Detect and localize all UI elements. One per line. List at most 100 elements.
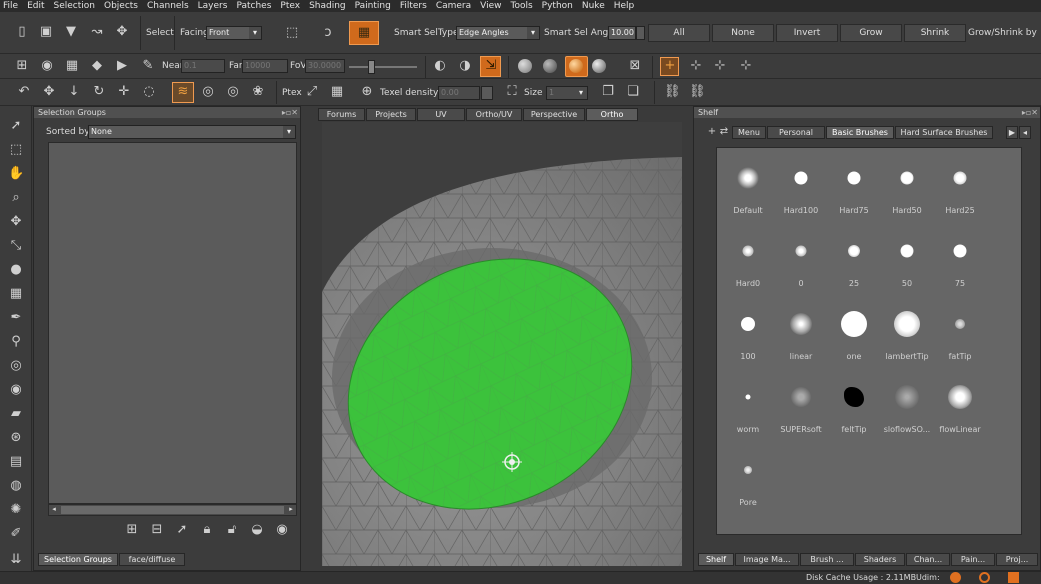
brush-preset[interactable]: Pore: [721, 443, 775, 513]
invert-selection-button[interactable]: Invert: [776, 24, 838, 42]
lock-icon[interactable]: 🔒︎: [199, 522, 215, 538]
cube-icon[interactable]: ◆: [89, 58, 105, 74]
select-group-icon[interactable]: ➚: [174, 522, 190, 538]
dock-tab-brush[interactable]: Brush ...: [800, 553, 854, 566]
share-icon[interactable]: ↝: [89, 24, 105, 40]
eye-alt-icon[interactable]: ◎: [225, 84, 241, 100]
transform-tool-icon[interactable]: ⤡: [8, 238, 24, 254]
arrow-down-icon[interactable]: ↓: [66, 84, 82, 100]
menu-painting[interactable]: Painting: [355, 1, 391, 11]
dock-tab-shelf[interactable]: Shelf: [698, 553, 734, 566]
menu-channels[interactable]: Channels: [147, 1, 189, 11]
transform-icon[interactable]: ✛: [116, 84, 132, 100]
menu-edit[interactable]: Edit: [27, 1, 44, 11]
brush-preset[interactable]: SUPERsoft: [774, 370, 828, 440]
texel-density-stepper[interactable]: [481, 86, 493, 100]
record-icon[interactable]: [979, 572, 990, 583]
ptex-grid-icon[interactable]: ▦: [329, 84, 345, 100]
add-group-icon[interactable]: ⊞: [124, 522, 140, 538]
shelf-scroll-right-icon[interactable]: ▶: [1006, 126, 1018, 139]
select-tool-icon[interactable]: ⬚: [8, 142, 24, 158]
brush-preset[interactable]: Hard75: [827, 151, 881, 221]
brush-preset[interactable]: lambertTip: [880, 297, 934, 367]
rotate-icon[interactable]: ↻: [91, 84, 107, 100]
clone-icon[interactable]: ⊛: [8, 430, 24, 446]
menu-filters[interactable]: Filters: [400, 1, 427, 11]
tab-ortho[interactable]: Ortho: [586, 108, 638, 121]
brush-preset[interactable]: feltTip: [827, 370, 881, 440]
circle-tool-icon[interactable]: ◎: [8, 358, 24, 374]
unlock-icon[interactable]: 🔓︎: [224, 522, 240, 538]
brush-preset[interactable]: 0: [774, 224, 828, 294]
move-tool-icon[interactable]: ✥: [8, 214, 24, 230]
fov-slider-track[interactable]: [349, 66, 417, 68]
menu-camera[interactable]: Camera: [436, 1, 471, 11]
puzzle-icon[interactable]: ✥: [114, 24, 130, 40]
light-sphere-icon[interactable]: [592, 59, 606, 73]
smudge-icon[interactable]: ◍: [8, 478, 24, 494]
film-icon[interactable]: ▶: [114, 58, 130, 74]
scroll-right-icon[interactable]: ▸: [286, 505, 296, 515]
tab-uv[interactable]: UV: [417, 108, 465, 121]
gear-icon[interactable]: ✺: [8, 502, 24, 518]
hand-icon[interactable]: ✋: [8, 166, 24, 182]
shelf-tab-personal[interactable]: Personal: [767, 126, 825, 139]
ptex-resize-icon[interactable]: ⤢: [304, 84, 320, 100]
blur-icon[interactable]: ◉: [8, 382, 24, 398]
menu-layers[interactable]: Layers: [198, 1, 228, 11]
brush-preset[interactable]: linear: [774, 297, 828, 367]
zoom-icon[interactable]: ⌕: [8, 190, 24, 206]
smart-sel-angle-input[interactable]: 10.00: [608, 26, 636, 40]
link-icon[interactable]: ⛓: [664, 84, 681, 100]
dock-tab-painting[interactable]: Pain...: [951, 553, 995, 566]
new-document-icon[interactable]: ▯: [14, 24, 30, 40]
tab-perspective[interactable]: Perspective: [523, 108, 585, 121]
brush-preset[interactable]: worm: [721, 370, 775, 440]
hide-icon[interactable]: ◒: [249, 522, 265, 538]
distribute-icon[interactable]: ⊹: [738, 58, 754, 74]
brush-preset[interactable]: Hard0: [721, 224, 775, 294]
dock-tab-image-manager[interactable]: Image Ma...: [735, 553, 799, 566]
brush-preset[interactable]: Default: [721, 151, 775, 221]
globe-icon[interactable]: ⊕: [359, 84, 375, 100]
grid-tool-icon[interactable]: ▦: [8, 286, 24, 302]
panel-window-buttons[interactable]: ▸▫✕: [282, 107, 298, 118]
copy-layer-icon[interactable]: ❐: [600, 84, 616, 100]
drop-icon[interactable]: ●: [8, 262, 24, 278]
group-icon[interactable]: ❀: [250, 84, 266, 100]
show-icon[interactable]: ◉: [274, 522, 290, 538]
undo-icon[interactable]: ↶: [16, 84, 32, 100]
menu-patches[interactable]: Patches: [236, 1, 271, 11]
panel-window-buttons[interactable]: ▸▫✕: [1022, 107, 1038, 118]
tab-forums[interactable]: Forums: [318, 108, 365, 121]
tab-projects[interactable]: Projects: [366, 108, 416, 121]
expand-down-icon[interactable]: ⇊: [8, 552, 24, 568]
shelf-tab-hard-surface-brushes[interactable]: Hard Surface Brushes: [895, 126, 993, 139]
resize-icon[interactable]: ⛶: [504, 84, 520, 100]
sorted-by-dropdown[interactable]: None: [88, 125, 296, 139]
menu-view[interactable]: View: [480, 1, 501, 11]
camera-icon[interactable]: ◉: [39, 58, 55, 74]
brush-preset[interactable]: 25: [827, 224, 881, 294]
menu-selection[interactable]: Selection: [54, 1, 95, 11]
wireframe-box-icon[interactable]: ⊠: [627, 58, 643, 74]
fov-slider-handle[interactable]: [368, 60, 375, 74]
angle-slider-handle[interactable]: [636, 26, 645, 40]
menu-ptex[interactable]: Ptex: [280, 1, 300, 11]
shrink-selection-button[interactable]: Shrink: [904, 24, 966, 42]
shelf-expand-icon[interactable]: ◂: [1019, 126, 1031, 139]
align-vertical-icon[interactable]: ⊹: [712, 58, 728, 74]
paste-layer-icon[interactable]: ❏: [625, 84, 641, 100]
size-dropdown[interactable]: 1: [546, 86, 588, 100]
viewport-canvas[interactable]: [322, 122, 682, 566]
scroll-left-icon[interactable]: ◂: [49, 505, 59, 515]
notification-icon[interactable]: [1008, 572, 1019, 583]
pin-icon[interactable]: ⚲: [8, 334, 24, 350]
paint-through-icon[interactable]: ◐: [432, 58, 448, 74]
brush-icon[interactable]: ✎: [140, 58, 156, 74]
shelf-tab-basic-brushes[interactable]: Basic Brushes: [826, 126, 894, 139]
remove-group-icon[interactable]: ⊟: [149, 522, 165, 538]
texel-density-input[interactable]: 0.00: [438, 86, 480, 100]
patch-grid-icon[interactable]: ▦: [64, 58, 80, 74]
brush-preset[interactable]: sloflowSO...: [880, 370, 934, 440]
